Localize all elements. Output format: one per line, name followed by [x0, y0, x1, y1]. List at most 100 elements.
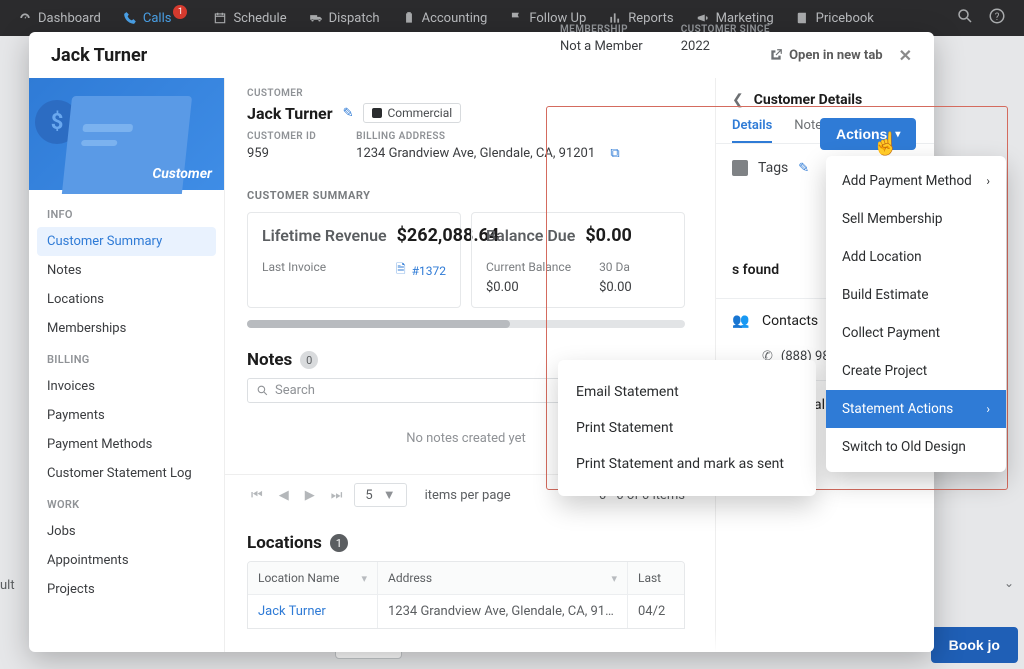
- sidebar-item-notes[interactable]: Notes: [29, 256, 224, 285]
- col-address[interactable]: Address▾: [378, 562, 628, 594]
- help-button[interactable]: ?: [988, 7, 1006, 29]
- pager-first[interactable]: ⏮: [247, 488, 267, 503]
- customer-modal: Jack Turner Open in new tab ✕ $ Customer…: [29, 32, 934, 652]
- sidebar: $ Customer INFO Customer Summary Notes L…: [29, 78, 225, 652]
- funnel-icon[interactable]: ▾: [361, 572, 367, 585]
- sidebar-item-locations[interactable]: Locations: [29, 285, 224, 314]
- customer-header-right: MEMBERSHIP Not a Member CUSTOMER SINCE 2…: [560, 24, 770, 54]
- locations-header: Locations: [247, 533, 322, 553]
- sidebar-item-projects[interactable]: Projects: [29, 575, 224, 604]
- locations-table: Location Name▾ Address▾ Last Jack Turner…: [247, 561, 685, 629]
- pager-prev[interactable]: ◀: [275, 488, 293, 503]
- phone-icon: [123, 11, 137, 25]
- customer-name: Jack Turner: [247, 104, 333, 123]
- search-icon: [956, 7, 974, 25]
- sidebar-item-invoices[interactable]: Invoices: [29, 372, 224, 401]
- customer-type-chip: Commercial: [363, 103, 461, 123]
- sidebar-item-customer-summary[interactable]: Customer Summary: [37, 227, 216, 256]
- edit-customer-button[interactable]: ✎: [343, 106, 354, 121]
- table-row[interactable]: Jack Turner 1234 Grandview Ave, Glendale…: [248, 594, 684, 628]
- cursor-icon: ☝️: [872, 132, 899, 157]
- membership-label: MEMBERSHIP: [560, 24, 643, 35]
- cards-scrollbar[interactable]: [247, 320, 685, 328]
- nav-calls[interactable]: Calls1: [123, 11, 192, 26]
- calendar-icon: [213, 11, 227, 25]
- nav-schedule[interactable]: Schedule: [213, 11, 286, 26]
- bg-select-caret[interactable]: ⌄: [1004, 576, 1014, 590]
- bar-chart-icon: [608, 11, 622, 25]
- action-switch-old-design[interactable]: Switch to Old Design: [826, 428, 1006, 466]
- nav-pricebook[interactable]: Pricebook: [796, 11, 874, 26]
- sidebar-item-payments[interactable]: Payments: [29, 401, 224, 430]
- funnel-icon[interactable]: ▾: [611, 572, 617, 585]
- collapse-details-button[interactable]: ❮: [732, 92, 744, 108]
- chevron-right-icon: ›: [986, 174, 990, 188]
- action-create-project[interactable]: Create Project: [826, 352, 1006, 390]
- last-invoice-link[interactable]: 🗎#1372: [396, 260, 446, 281]
- items-per-page-select[interactable]: 5▼: [354, 483, 406, 507]
- nav-accounting[interactable]: Accounting: [402, 11, 488, 26]
- col-location-name[interactable]: Location Name▾: [248, 562, 378, 594]
- subaction-email-statement[interactable]: Email Statement: [558, 374, 816, 410]
- actions-button[interactable]: Actions▾: [820, 118, 916, 150]
- customer-since-value: 2022: [681, 39, 770, 54]
- details-header: Customer Details: [754, 92, 862, 108]
- calls-badge: 1: [173, 5, 187, 19]
- edit-tags-button[interactable]: ✎: [798, 161, 809, 176]
- clipboard-icon: [402, 11, 416, 25]
- action-statement-actions[interactable]: Statement Actions›: [826, 390, 1006, 428]
- lifetime-revenue-card: Lifetime Revenue$262,088.64 Last Invoice…: [247, 212, 461, 308]
- customer-label: CUSTOMER: [247, 88, 685, 99]
- chevron-right-icon: ›: [986, 402, 990, 416]
- notes-search-input[interactable]: Search: [247, 378, 610, 403]
- col-last[interactable]: Last: [628, 562, 684, 594]
- sidebar-item-memberships[interactable]: Memberships: [29, 314, 224, 343]
- sidebar-group-work: WORK: [29, 488, 224, 517]
- hero-label: Customer: [152, 166, 212, 182]
- bg-book-job-button[interactable]: Book jo: [931, 627, 1018, 663]
- current-balance-value: $0.00: [486, 280, 571, 295]
- modal-header: Jack Turner Open in new tab ✕: [29, 32, 934, 78]
- truck-icon: [309, 11, 323, 25]
- location-name-cell[interactable]: Jack Turner: [248, 594, 378, 628]
- search-button[interactable]: [956, 7, 974, 29]
- close-modal-button[interactable]: ✕: [899, 46, 912, 65]
- tab-details[interactable]: Details: [732, 118, 772, 143]
- locations-count-badge: 1: [330, 534, 348, 552]
- subaction-print-mark-sent[interactable]: Print Statement and mark as sent: [558, 446, 816, 482]
- sidebar-item-statement-log[interactable]: Customer Statement Log: [29, 459, 224, 488]
- actions-dropdown: Add Payment Method› Sell Membership Add …: [826, 156, 1006, 472]
- billing-address-label: BILLING ADDRESS: [356, 131, 620, 142]
- action-sell-membership[interactable]: Sell Membership: [826, 200, 1006, 238]
- file-icon: 🗎: [396, 260, 406, 281]
- notes-count-badge: 0: [300, 351, 318, 369]
- action-add-location[interactable]: Add Location: [826, 238, 1006, 276]
- customer-id-label: CUSTOMER ID: [247, 131, 316, 142]
- sidebar-group-billing: BILLING: [29, 343, 224, 372]
- balance-due-card: Balance Due$0.00 Current Balance$0.00 30…: [471, 212, 685, 308]
- subaction-print-statement[interactable]: Print Statement: [558, 410, 816, 446]
- megaphone-icon: [696, 11, 710, 25]
- tags-label: Tags: [758, 160, 788, 176]
- sidebar-item-appointments[interactable]: Appointments: [29, 546, 224, 575]
- top-nav: Dashboard Calls1 Schedule Dispatch Accou…: [0, 0, 1024, 36]
- pager-last[interactable]: ⏭: [327, 488, 347, 503]
- action-add-payment-method[interactable]: Add Payment Method›: [826, 162, 1006, 200]
- action-collect-payment[interactable]: Collect Payment: [826, 314, 1006, 352]
- nav-dashboard[interactable]: Dashboard: [18, 11, 101, 26]
- external-link-icon: [769, 48, 783, 62]
- notes-search-placeholder: Search: [275, 383, 315, 398]
- address-external-link[interactable]: ⧉: [610, 146, 619, 161]
- billing-address: 1234 Grandview Ave, Glendale, CA, 91201 …: [356, 146, 620, 161]
- membership-value: Not a Member: [560, 39, 643, 54]
- customer-hero: $ Customer: [29, 78, 224, 190]
- action-build-estimate[interactable]: Build Estimate: [826, 276, 1006, 314]
- bg-text: ult: [0, 578, 15, 593]
- customer-since-label: CUSTOMER SINCE: [681, 24, 770, 35]
- sidebar-item-jobs[interactable]: Jobs: [29, 517, 224, 546]
- sidebar-item-payment-methods[interactable]: Payment Methods: [29, 430, 224, 459]
- open-in-new-tab[interactable]: Open in new tab: [769, 48, 883, 63]
- pager-next[interactable]: ▶: [301, 488, 319, 503]
- location-addr-cell: 1234 Grandview Ave, Glendale, CA, 91201: [378, 594, 628, 628]
- nav-dispatch[interactable]: Dispatch: [309, 11, 380, 26]
